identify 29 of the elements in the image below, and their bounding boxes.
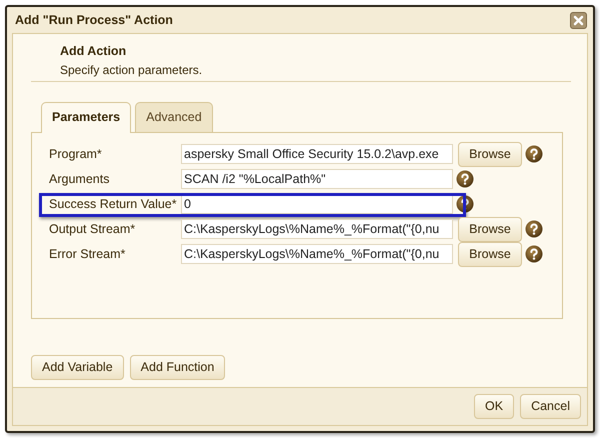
tab[interactable]: Advanced bbox=[135, 102, 213, 132]
field-label: Output Stream* bbox=[48, 220, 136, 238]
input-field[interactable]: C:\KasperskyLogs\%Name%_%Format("{0,nu bbox=[181, 219, 453, 239]
browse-button[interactable]: Browse bbox=[458, 216, 522, 242]
tab[interactable]: Parameters bbox=[41, 102, 132, 132]
input-field[interactable]: 0 bbox=[181, 194, 453, 214]
close-icon bbox=[573, 14, 584, 26]
ok-button[interactable]: OK bbox=[474, 394, 514, 419]
toolbar-button[interactable]: Add Function bbox=[130, 354, 226, 380]
cancel-button[interactable]: Cancel bbox=[520, 394, 581, 419]
input-field[interactable]: C:\KasperskyLogs\%Name%_%Format("{0,nu bbox=[181, 244, 453, 264]
browse-button[interactable]: Browse bbox=[458, 142, 522, 166]
window-title: Add "Run Process" Action bbox=[15, 12, 173, 29]
input-field[interactable]: aspersky Small Office Security 15.0.2\avp.exe bbox=[181, 144, 453, 164]
field-label: Error Stream* bbox=[48, 246, 126, 263]
toolbar-button[interactable]: Add Variable bbox=[31, 354, 124, 380]
section-title: Add Action bbox=[60, 43, 128, 60]
field-label: Arguments bbox=[48, 170, 110, 188]
section-subtitle: Specify action parameters. bbox=[60, 62, 204, 79]
field-label: Program* bbox=[48, 146, 103, 163]
help-icon[interactable] bbox=[525, 145, 543, 163]
help-icon[interactable] bbox=[525, 245, 543, 263]
field-label: Success Return Value* bbox=[48, 196, 178, 213]
browse-button[interactable]: Browse bbox=[458, 242, 522, 266]
help-icon[interactable] bbox=[525, 220, 543, 238]
input-field[interactable]: SCAN /i2 "%LocalPath%" bbox=[181, 169, 453, 189]
help-icon[interactable] bbox=[456, 170, 474, 188]
close-button[interactable] bbox=[570, 12, 587, 28]
help-icon[interactable] bbox=[456, 195, 474, 213]
